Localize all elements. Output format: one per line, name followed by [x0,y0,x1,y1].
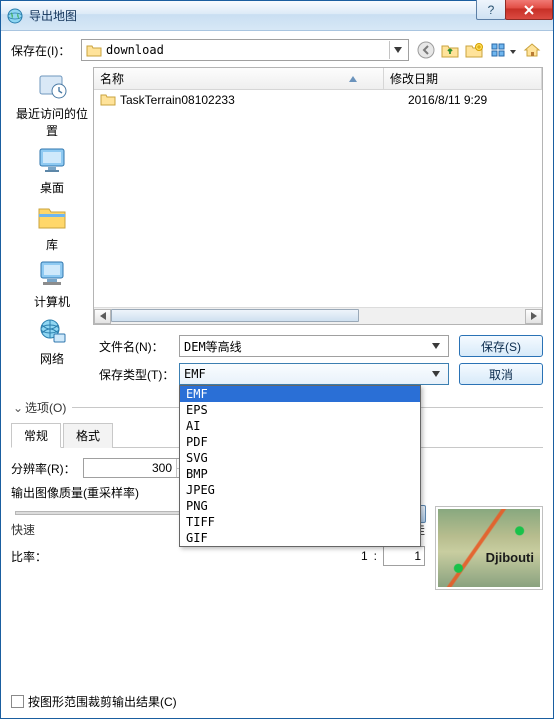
ratio-input[interactable]: 1 [383,546,425,566]
filetype-option[interactable]: GIF [180,530,420,546]
folder-icon [100,92,116,108]
filename-input[interactable]: DEM等高线 [179,335,449,357]
scroll-thumb[interactable] [111,309,359,322]
save-in-value: download [106,43,389,57]
save-in-row: 保存在(I)： download [11,39,543,61]
preview-label: Djibouti [486,550,534,565]
libraries-icon [35,200,69,234]
ratio-row: 比率： 1 : 1 [11,546,425,566]
chevron-down-icon [510,43,516,57]
file-name: TaskTerrain08102233 [120,93,402,107]
column-name[interactable]: 名称 [94,68,384,89]
titlebar: 导出地图 ? [1,1,553,31]
map-preview: Djibouti [435,506,543,590]
save-button[interactable]: 保存(S) [459,335,543,357]
column-headers: 名称 修改日期 [94,68,542,90]
filetype-option[interactable]: EPS [180,402,420,418]
file-date: 2016/8/11 9:29 [402,93,536,107]
scroll-right-icon[interactable] [525,309,542,324]
place-desktop[interactable]: 桌面 [15,143,89,196]
filetype-option[interactable]: TIFF [180,514,420,530]
filetype-option[interactable]: PDF [180,434,420,450]
desktop-icon [35,143,69,177]
file-toolbar [415,39,543,61]
view-menu-button[interactable] [487,39,519,61]
app-icon [7,8,23,24]
place-computer[interactable]: 计算机 [15,257,89,310]
filename-row: 文件名(N)： DEM等高线 保存(S) [99,335,543,357]
scroll-left-icon[interactable] [94,309,111,324]
filetype-label: 保存类型(T)： [99,366,179,383]
file-list: 名称 修改日期 TaskTerrain08102233 2016/8/11 9:… [93,67,543,325]
export-map-dialog: 导出地图 ? 保存在(I)： download [0,0,554,719]
file-row[interactable]: TaskTerrain08102233 2016/8/11 9:29 [94,90,542,110]
bottom-bar: 按图形范围裁剪输出结果(C) [1,686,553,718]
clip-checkbox-row[interactable]: 按图形范围裁剪输出结果(C) [11,693,543,710]
folder-icon [86,42,102,58]
chevron-down-icon[interactable] [427,371,444,377]
ratio-label: 比率： [11,548,61,565]
filetype-row: 保存类型(T)： EMF 取消 EMFEPSAIPDFSVGBMPJPEGPNG… [99,363,543,385]
window-buttons: ? [477,0,553,20]
filetype-option[interactable]: AI [180,418,420,434]
collapse-icon: ⌄ [11,401,25,415]
svg-text:?: ? [488,3,495,17]
back-button[interactable] [415,39,437,61]
column-spacer[interactable] [504,68,542,89]
place-recent[interactable]: 最近访问的位置 [15,69,89,139]
tab-general[interactable]: 常规 [11,423,61,448]
chevron-down-icon[interactable] [427,343,444,349]
chevron-down-icon[interactable] [389,41,406,59]
close-button[interactable] [505,0,553,20]
window-title: 导出地图 [29,7,77,24]
horizontal-scrollbar[interactable] [94,307,542,324]
filetype-option[interactable]: PNG [180,498,420,514]
cancel-button[interactable]: 取消 [459,363,543,385]
filename-label: 文件名(N)： [99,338,179,355]
filetype-option[interactable]: JPEG [180,482,420,498]
scroll-track[interactable] [111,309,525,324]
recent-icon [35,69,69,103]
resolution-input[interactable]: 300 [83,458,193,478]
place-libraries[interactable]: 库 [15,200,89,253]
filetype-option[interactable]: BMP [180,466,420,482]
filetype-option[interactable]: SVG [180,450,420,466]
slider-tick-fast: 快速 [11,521,35,538]
filetype-combo[interactable]: EMF [179,363,449,385]
column-date[interactable]: 修改日期 [384,68,504,89]
checkbox-icon[interactable] [11,695,24,708]
filetype-dropdown: EMFEPSAIPDFSVGBMPJPEGPNGTIFFGIF [179,385,421,547]
new-folder-button[interactable] [463,39,485,61]
places-bar: 最近访问的位置 桌面 库 计算机 网络 [11,67,93,325]
home-button[interactable] [521,39,543,61]
up-folder-button[interactable] [439,39,461,61]
resolution-label: 分辨率(R)： [11,460,83,477]
map-preview-image: Djibouti [438,509,540,587]
filetype-option[interactable]: EMF [180,386,420,402]
help-button[interactable]: ? [476,0,506,20]
save-in-combo[interactable]: download [81,39,409,61]
tab-format[interactable]: 格式 [63,423,113,448]
computer-icon [35,257,69,291]
clip-checkbox-label: 按图形范围裁剪输出结果(C) [28,693,177,710]
save-in-label: 保存在(I)： [11,42,81,59]
